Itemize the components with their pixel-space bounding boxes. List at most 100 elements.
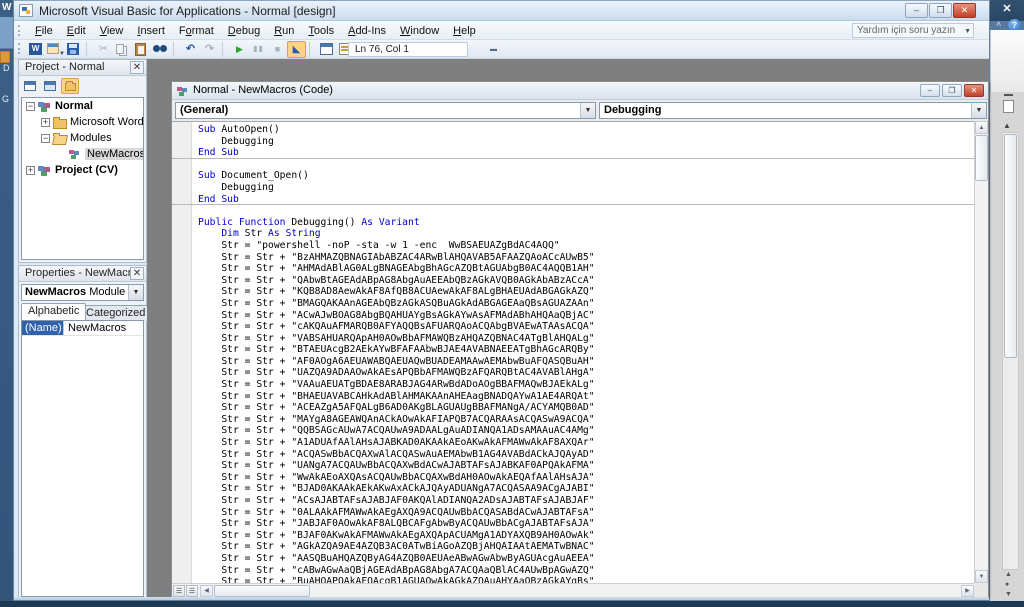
minus-box-icon[interactable]: − [41,134,50,143]
save-button[interactable] [64,41,83,58]
project-panel-header[interactable]: Project - Normal ✕ [19,60,146,76]
toolbar-separator [173,42,179,57]
code-line: Str = Str + "ACQASwBbACQAXwAlACQASwAuAEM… [198,449,974,461]
menu-help[interactable]: Help [446,23,483,39]
tree-item-microsoft-word-objects[interactable]: + Microsoft Word Objects [22,114,143,130]
project-explorer-button[interactable] [317,41,336,58]
tree-item-modules[interactable]: −Modules [22,130,143,146]
full-module-view-button[interactable]: ☰ [186,585,198,597]
ruler-toggle-icon[interactable] [1004,94,1013,96]
copy-button[interactable] [113,41,132,58]
view-word-button[interactable]: W [26,41,45,58]
vertical-scrollbar[interactable]: ▲ ▼ [974,121,988,583]
word-ribbon-fragment [990,30,1024,92]
menu-debug[interactable]: Debug [221,23,267,39]
menu-format[interactable]: Format [172,23,221,39]
tree-item-label: Microsoft Word Objects [70,116,144,128]
redo-button[interactable]: ↷ [200,41,219,58]
reset-button[interactable]: ■ [268,41,287,58]
horizontal-scrollbar-thumb[interactable] [214,585,310,597]
minimize-button[interactable]: – [905,3,928,18]
view-code-button[interactable] [21,78,39,94]
code-editor[interactable]: Sub AutoOpen() DebuggingEnd Sub Sub Docu… [172,121,974,583]
horizontal-scrollbar[interactable]: ☰ ☰ ◀ ▶ [172,583,974,597]
break-button[interactable]: ▮▮ [249,41,268,58]
previous-page-icon[interactable]: ▲ [1005,571,1012,578]
project-tree[interactable]: − Normal + Microsoft Word Objects −ModulesNe… [21,97,144,260]
vertical-scrollbar-thumb[interactable] [975,135,988,181]
plus-box-icon[interactable]: + [26,166,35,175]
word-scrollbar-thumb[interactable] [1004,134,1017,358]
run-button[interactable]: ▶ [230,41,249,58]
split-view-icon[interactable] [1003,100,1014,113]
help-search-box[interactable]: Yardım için soru yazın ▼ [852,23,974,38]
cut-button[interactable]: ✂ [94,41,113,58]
object-type: Module [86,286,125,298]
insert-userform-button[interactable]: ▼ [45,41,64,58]
property-row[interactable]: (Name)NewMacros [22,321,143,336]
title-bar[interactable]: Microsoft Visual Basic for Applications … [14,1,989,21]
procedure-dropdown[interactable]: Debugging ▼ [599,102,987,119]
code-line: Str = Str + "BHAEUAVABCAHkAdABlAHMAKAAnA… [198,391,974,403]
code-line: Str = Str + "BzAHMAZQBNAGIAbABZAC4ARwBlA… [198,252,974,264]
undo-button[interactable]: ↶ [181,41,200,58]
property-name-cell[interactable]: (Name) [22,321,64,335]
project-panel-close-button[interactable]: ✕ [130,61,144,74]
procedure-view-button[interactable]: ☰ [173,585,185,597]
object-combo[interactable]: NewMacros Module ▼ [21,284,144,301]
menu-insert[interactable]: Insert [130,23,172,39]
scroll-down-icon[interactable]: ▼ [975,570,988,583]
menu-tools[interactable]: Tools [301,23,341,39]
menubar-drag-handle[interactable] [18,25,21,36]
properties-panel-header[interactable]: Properties - NewMacros ✕ [19,266,146,282]
properties-panel-close-button[interactable]: ✕ [130,267,144,280]
paste-button[interactable] [132,41,151,58]
tree-item-newmacros[interactable]: NewMacros [22,146,143,162]
code-window-title: Normal - NewMacros (Code) [193,84,333,96]
toolbar-options-button[interactable]: ▬▼ [488,42,499,57]
close-button[interactable]: ✕ [953,3,976,18]
scroll-up-icon[interactable]: ▲ [1003,121,1011,130]
code-line: Str = Str + "ACsAJABTAFsAJABJAF0AKQAlADI… [198,495,974,507]
find-button[interactable] [151,41,170,58]
collapse-ribbon-icon[interactable]: ˄ [996,19,1001,29]
next-page-icon[interactable]: ▼ [1005,591,1012,598]
menu-file[interactable]: File [28,23,60,39]
menu-add-ins[interactable]: Add-Ins [341,23,393,39]
browse-object-icon[interactable]: ● [1005,581,1009,588]
properties-grid[interactable]: (Name)NewMacros [21,320,144,597]
tab-categorized[interactable]: Categorized [79,305,152,321]
tab-alphabetic[interactable]: Alphabetic [21,303,86,320]
scroll-right-icon[interactable]: ▶ [961,585,974,597]
tree-item-label: Normal [55,100,93,112]
maximize-button[interactable]: ❐ [929,3,952,18]
code-window-minimize-button[interactable]: – [920,84,940,97]
word-close-button[interactable]: ✕ [998,2,1016,17]
menu-view[interactable]: View [93,23,131,39]
property-value-cell[interactable]: NewMacros [64,321,143,335]
chevron-down-icon[interactable]: ▼ [128,285,143,300]
code-window-maximize-button[interactable]: ❐ [942,84,962,97]
code-window-close-button[interactable]: ✕ [964,84,984,97]
code-line: Str = Str + "AHMAdABlAG0ALgBNAGEAbgBhAGc… [198,263,974,275]
word-vertical-scrollbar[interactable] [1002,132,1019,570]
toolbar-drag-handle[interactable] [18,43,21,54]
menu-edit[interactable]: Edit [60,23,93,39]
userform-icon [47,43,59,54]
code-line: Str = Str + "BJAF0AKwAkAFMAWwAkAEgAXQApA… [198,530,974,542]
module-icon [176,86,190,97]
menu-window[interactable]: Window [393,23,446,39]
design-mode-button[interactable]: ◣ [287,41,306,58]
object-dropdown[interactable]: (General) ▼ [175,102,596,119]
scroll-up-icon[interactable]: ▲ [975,121,988,134]
toggle-folders-button[interactable] [61,78,79,94]
tree-item-normal[interactable]: − Normal [22,98,143,114]
plus-box-icon[interactable]: + [41,118,50,127]
scroll-left-icon[interactable]: ◀ [200,585,213,597]
code-window-titlebar[interactable]: Normal - NewMacros (Code) – ❐ ✕ [172,82,988,100]
view-object-button[interactable] [41,78,59,94]
menu-run[interactable]: Run [267,23,301,39]
tree-item-project-cv[interactable]: +Project (CV) [22,162,143,178]
minus-box-icon[interactable]: − [26,102,35,111]
vba-editor-window: Microsoft Visual Basic for Applications … [13,0,990,601]
